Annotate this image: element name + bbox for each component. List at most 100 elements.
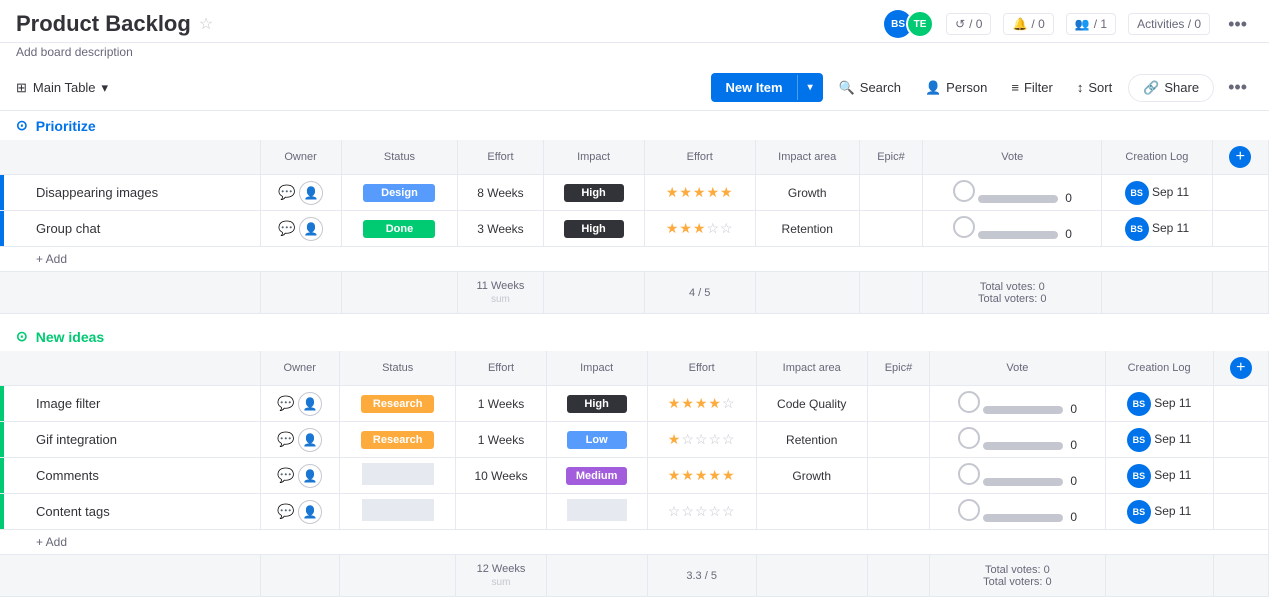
impact-badge-1: High: [564, 184, 624, 202]
vote-count-2: 0: [1065, 227, 1072, 241]
inbox-stat[interactable]: 🔔 / 0: [1003, 13, 1053, 35]
status-badge-1: Design: [363, 184, 435, 202]
summary-empty-1: [0, 272, 260, 314]
summary-empty-5: [755, 272, 859, 314]
row-status-2[interactable]: Done: [341, 211, 458, 247]
row-status-ni-1[interactable]: Research: [339, 386, 455, 422]
team-count: / 1: [1094, 17, 1107, 31]
header-right: BS TE ↺ / 0 🔔 / 0 👥 / 1 Activities / 0 •…: [884, 10, 1253, 38]
add-col-btn-prioritize[interactable]: +: [1229, 146, 1251, 168]
summary-empty-ni-1: [0, 555, 260, 597]
row-extra-ni-1: [1213, 386, 1268, 422]
status-badge-ni-2: Research: [361, 431, 435, 449]
section-toggle-new-ideas[interactable]: ⊙: [16, 328, 28, 345]
row-creation-ni-1: BS Sep 11: [1105, 386, 1213, 422]
add-row-prioritize[interactable]: + Add: [0, 247, 1269, 272]
col-add-prioritize[interactable]: +: [1212, 140, 1268, 175]
sort-button[interactable]: ↕ Sort: [1069, 75, 1120, 100]
owner-avatar-2: 👤: [299, 217, 323, 241]
updates-stat[interactable]: ↺ / 0: [946, 13, 991, 35]
effort-ratio-value-ni: 3.3 / 5: [686, 570, 717, 582]
table-row: Comments 💬 👤 10 Weeks Medium ★★★★★ Growt…: [0, 458, 1269, 494]
comment-icon-ni-2[interactable]: 💬: [277, 431, 294, 447]
team-stat[interactable]: 👥 / 1: [1066, 13, 1116, 35]
summary-empty-7: [1102, 272, 1212, 314]
add-col-btn-new-ideas[interactable]: +: [1230, 357, 1252, 379]
header-more-btn[interactable]: •••: [1222, 12, 1253, 37]
row-effort1-ni-1: 1 Weeks: [456, 386, 546, 422]
add-row-cell-new-ideas[interactable]: + Add: [0, 530, 1269, 555]
col-add-new-ideas[interactable]: +: [1213, 351, 1268, 386]
col-impact1-new-ideas: Impact: [546, 351, 647, 386]
total-votes-label: Total votes: 0: [931, 281, 1093, 293]
vote-count-ni-1: 0: [1070, 402, 1077, 416]
col-effort1-new-ideas: Effort: [456, 351, 546, 386]
add-row-cell-prioritize[interactable]: + Add: [0, 247, 1269, 272]
new-item-dropdown-icon[interactable]: ▾: [797, 75, 823, 100]
row-status-ni-3[interactable]: [339, 458, 455, 494]
vote-circle-1[interactable]: [953, 180, 975, 202]
comment-icon-1[interactable]: 💬: [278, 184, 295, 200]
updates-count: / 0: [969, 17, 982, 31]
col-owner-prioritize: Owner: [260, 140, 341, 175]
vote-circle-2[interactable]: [953, 216, 975, 238]
row-extra-ni-2: [1213, 422, 1268, 458]
row-vote-ni-2: 0: [930, 422, 1105, 458]
filter-button[interactable]: ≡ Filter: [1003, 75, 1060, 100]
row-effort1-ni-4: [456, 494, 546, 530]
row-impact-area-ni-1: Code Quality: [756, 386, 867, 422]
comment-icon-ni-1[interactable]: 💬: [277, 395, 294, 411]
row-status-1[interactable]: Design: [341, 175, 458, 211]
row-bar-ni-3: [0, 458, 4, 493]
vote-circle-ni-3[interactable]: [958, 463, 980, 485]
table-row: Disappearing images 💬 👤 Design 8 Weeks H…: [0, 175, 1269, 211]
section-toggle-prioritize[interactable]: ⊙: [16, 117, 28, 134]
col-effort2-prioritize: Effort: [644, 140, 755, 175]
add-link-new-ideas[interactable]: + Add: [36, 535, 67, 549]
vote-bar-2: [978, 231, 1058, 239]
title-area: Product Backlog ☆: [16, 11, 213, 37]
row-epic-ni-2: [867, 422, 929, 458]
row-name-label: Disappearing images: [36, 185, 158, 200]
stars-ni-4: ☆☆☆☆☆: [668, 503, 736, 519]
search-icon: 🔍: [839, 80, 855, 96]
activities-stat[interactable]: Activities / 0: [1128, 13, 1210, 35]
add-row-new-ideas[interactable]: + Add: [0, 530, 1269, 555]
row-impact-area-ni-3: Growth: [756, 458, 867, 494]
vote-bar-1: [978, 195, 1058, 203]
row-impact1-ni-4: [546, 494, 647, 530]
comment-icon-ni-4[interactable]: 💬: [277, 503, 294, 519]
comment-icon-2[interactable]: 💬: [278, 220, 295, 236]
summary-votes-prioritize: Total votes: 0 Total voters: 0: [923, 272, 1102, 314]
table-row: Gif integration 💬 👤 Research 1 Weeks Low…: [0, 422, 1269, 458]
summary-empty-6: [859, 272, 923, 314]
comment-icon-ni-3[interactable]: 💬: [277, 467, 294, 483]
vote-count-ni-3: 0: [1070, 474, 1077, 488]
star-icon[interactable]: ☆: [199, 14, 213, 34]
vote-circle-ni-2[interactable]: [958, 427, 980, 449]
row-creation-ni-4: BS Sep 11: [1105, 494, 1213, 530]
col-effort2-new-ideas: Effort: [647, 351, 756, 386]
summary-empty-4: [543, 272, 644, 314]
add-link-prioritize[interactable]: + Add: [36, 252, 67, 266]
table-selector[interactable]: ⊞ Main Table ▾: [16, 80, 108, 96]
creator-avatar-ni-3: BS: [1127, 464, 1151, 488]
avatar-group: BS TE: [884, 10, 934, 38]
row-impact-area-ni-4: [756, 494, 867, 530]
status-badge-ni-3: [362, 463, 434, 485]
row-effort2-1: ★★★★★: [644, 175, 755, 211]
vote-circle-ni-1[interactable]: [958, 391, 980, 413]
new-item-button[interactable]: New Item ▾: [711, 73, 822, 102]
row-status-ni-4[interactable]: [339, 494, 455, 530]
board-description[interactable]: Add board description: [0, 43, 1269, 65]
summary-effort-ratio-prioritize: 4 / 5: [644, 272, 755, 314]
col-impact-area-prioritize: Impact area: [755, 140, 859, 175]
person-button[interactable]: 👤 Person: [917, 75, 995, 101]
owner-avatar-ni-4: 👤: [298, 500, 322, 524]
vote-circle-ni-4[interactable]: [958, 499, 980, 521]
row-status-ni-2[interactable]: Research: [339, 422, 455, 458]
toolbar-more-btn[interactable]: •••: [1222, 75, 1253, 100]
share-button[interactable]: 🔗 Share: [1128, 74, 1214, 102]
search-button[interactable]: 🔍 Search: [831, 75, 909, 101]
col-vote-new-ideas: Vote: [930, 351, 1105, 386]
